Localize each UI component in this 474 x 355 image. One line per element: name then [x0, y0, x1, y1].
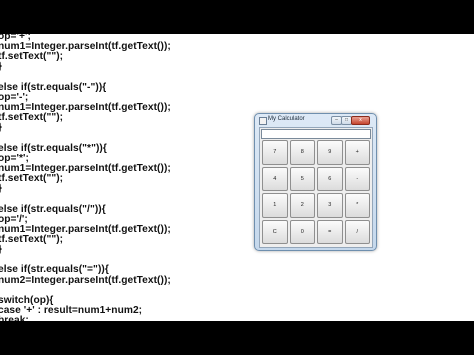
key-9-button[interactable]: 9: [317, 140, 343, 165]
key-3-button[interactable]: 3: [317, 193, 343, 218]
display-field[interactable]: [261, 129, 371, 139]
code-line: tf.setText("");: [0, 173, 64, 185]
calculator-window: My Calculator – □ x 7 8 9 +4 5 6- 1 2 3 * C 0 = /: [254, 113, 377, 251]
key-clear-button[interactable]: C: [262, 219, 288, 244]
code-line: tf.setText("");: [0, 51, 64, 63]
code-line: tf.setText("");: [0, 112, 64, 124]
code-line: }: [0, 244, 2, 255]
key-equals-button[interactable]: =: [317, 219, 343, 244]
app-icon: [259, 117, 267, 125]
key-5-button[interactable]: 5: [289, 166, 315, 191]
code-line: num2=Integer.parseInt(tf.getText());: [0, 274, 171, 286]
code-line: }: [0, 183, 2, 194]
key-1-button[interactable]: 1: [262, 193, 288, 218]
title-bar[interactable]: My Calculator – □ x: [255, 114, 376, 126]
key-2-button[interactable]: 2: [289, 193, 315, 218]
close-button[interactable]: x: [351, 116, 370, 125]
key-8-button[interactable]: 8: [289, 140, 315, 165]
bottom-letterbox: [0, 321, 474, 355]
code-line: tf.setText("");: [0, 234, 64, 245]
window-title: My Calculator: [268, 116, 305, 122]
key-6-button[interactable]: 6: [317, 166, 343, 191]
top-letterbox: [0, 0, 474, 34]
calculator-body: 7 8 9 +4 5 6- 1 2 3 * C 0 = /: [259, 127, 373, 248]
key-0-button[interactable]: 0: [289, 219, 315, 244]
code-line: }: [0, 61, 2, 72]
code-line: }: [0, 122, 2, 133]
code-editor: op='+'; num1=Integer.parseInt(tf.getText(…: [0, 34, 474, 321]
key-divide-button[interactable]: /: [344, 219, 370, 244]
key-minus-button[interactable]: -: [344, 166, 370, 191]
key-multiply-button[interactable]: *: [344, 193, 370, 218]
key-7-button[interactable]: 7: [262, 140, 288, 165]
key-plus-button[interactable]: +: [344, 140, 370, 165]
key-4-button[interactable]: 4: [262, 166, 288, 191]
keypad: 7 8 9 +4 5 6- 1 2 3 * C 0 = /: [262, 140, 370, 244]
